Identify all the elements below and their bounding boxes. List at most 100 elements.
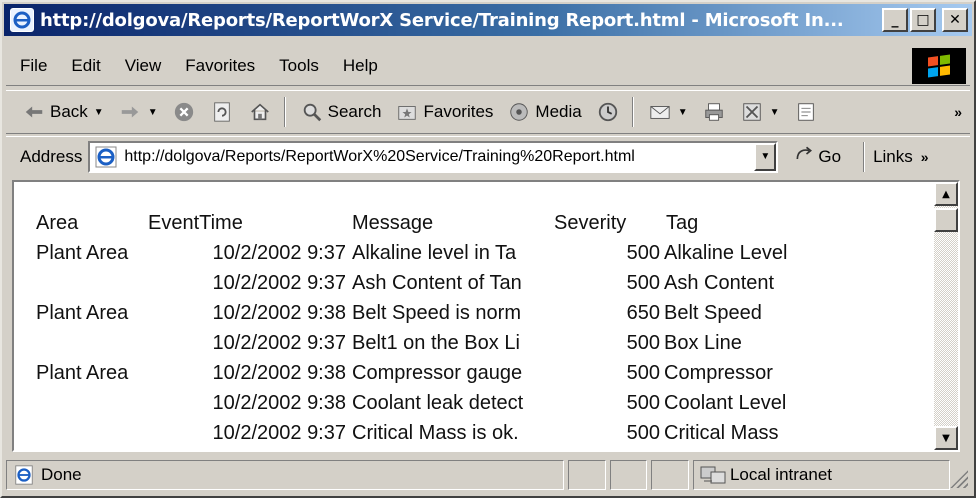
print-button[interactable] xyxy=(702,100,726,124)
cell-tag: Coolant Level xyxy=(664,392,787,414)
toolbar-separator xyxy=(283,97,286,127)
status-main-pane: Done xyxy=(6,460,565,490)
back-button[interactable]: Back ▼ xyxy=(22,100,104,124)
edit-icon xyxy=(740,100,764,124)
edit-dropdown-icon[interactable]: ▼ xyxy=(770,107,780,118)
back-arrow-icon xyxy=(22,100,46,124)
stop-icon xyxy=(172,100,196,124)
title-bar[interactable]: http://dolgova/Reports/ReportWorX Servic… xyxy=(4,4,972,36)
vertical-scrollbar[interactable]: ▲ ▼ xyxy=(934,182,958,450)
stop-button[interactable] xyxy=(172,100,196,124)
links-button[interactable]: Links xyxy=(873,147,913,167)
ie-page-icon xyxy=(94,145,118,169)
address-input[interactable]: http://dolgova/Reports/ReportWorX%20Serv… xyxy=(88,140,779,173)
history-icon xyxy=(596,100,620,124)
home-button[interactable] xyxy=(248,100,272,124)
cell-event-time: 10/2/2002 9:37 xyxy=(212,422,346,444)
menu-tools[interactable]: Tools xyxy=(267,56,331,76)
scroll-thumb[interactable] xyxy=(934,208,958,232)
favorites-button[interactable]: Favorites xyxy=(395,100,493,124)
security-zone-pane: Local intranet xyxy=(692,460,951,490)
scroll-down-button[interactable]: ▼ xyxy=(934,426,958,450)
cell-severity: 500 xyxy=(626,242,660,264)
discuss-icon xyxy=(794,100,818,124)
links-separator xyxy=(863,141,866,172)
header-event-time: EventTime xyxy=(148,212,243,234)
toolbar-separator xyxy=(631,97,634,127)
page-done-icon xyxy=(13,464,35,486)
favorites-label: Favorites xyxy=(423,102,494,121)
history-button[interactable] xyxy=(596,100,620,124)
cell-area: Plant Area xyxy=(36,362,129,384)
status-pane xyxy=(568,460,606,490)
links-more-chevron[interactable]: » xyxy=(921,149,929,165)
cell-message: Coolant leak detect xyxy=(352,392,524,414)
status-bar: Done Local intranet xyxy=(6,458,970,492)
cell-area: Plant Area xyxy=(36,242,129,264)
cell-severity: 500 xyxy=(626,362,660,384)
refresh-icon xyxy=(210,100,234,124)
standard-toolbar: Back ▼ ▼ Search Favorites Media ▼ ▼ » xyxy=(6,90,970,134)
status-pane xyxy=(651,460,689,490)
minimize-button[interactable]: _ xyxy=(882,8,908,32)
media-button[interactable]: Media xyxy=(507,100,582,124)
resize-grip[interactable] xyxy=(950,470,969,488)
ie-page-icon xyxy=(10,8,34,32)
cell-event-time: 10/2/2002 9:37 xyxy=(212,332,346,354)
zone-text: Local intranet xyxy=(729,465,833,484)
go-arrow-icon xyxy=(794,144,814,169)
discuss-button[interactable] xyxy=(794,100,818,124)
intranet-zone-icon xyxy=(700,464,726,486)
header-severity: Severity xyxy=(554,212,627,234)
media-icon xyxy=(507,100,531,124)
cell-severity: 500 xyxy=(626,332,660,354)
header-message: Message xyxy=(352,212,434,234)
refresh-button[interactable] xyxy=(210,100,234,124)
back-dropdown-icon[interactable]: ▼ xyxy=(94,107,104,118)
address-dropdown-button[interactable]: ▼ xyxy=(754,142,777,171)
cell-event-time: 10/2/2002 9:38 xyxy=(212,362,346,384)
status-pane xyxy=(609,460,648,490)
maximize-button[interactable]: □ xyxy=(910,8,936,32)
mail-dropdown-icon[interactable]: ▼ xyxy=(678,107,688,118)
scroll-up-button[interactable]: ▲ xyxy=(934,182,958,206)
cell-area: Plant Area xyxy=(36,302,129,324)
menu-edit[interactable]: Edit xyxy=(59,56,112,76)
page-content: Area EventTime Message Severity Tag Plan… xyxy=(12,180,960,452)
mail-icon xyxy=(648,100,672,124)
cell-severity: 650 xyxy=(626,302,660,324)
menu-file[interactable]: File xyxy=(6,56,59,76)
cell-message: Belt1 on the Box Li xyxy=(352,332,520,354)
menu-bar: File Edit View Favorites Tools Help xyxy=(6,46,970,86)
address-url: http://dolgova/Reports/ReportWorX%20Serv… xyxy=(124,147,635,165)
header-tag: Tag xyxy=(666,212,699,234)
favorites-star-icon xyxy=(395,100,419,124)
cell-message: Belt Speed is norm xyxy=(352,302,521,324)
cell-severity: 500 xyxy=(626,272,660,294)
go-label: Go xyxy=(818,146,842,166)
mail-button[interactable]: ▼ xyxy=(648,100,688,124)
search-button[interactable]: Search xyxy=(300,100,382,124)
edit-button[interactable]: ▼ xyxy=(740,100,780,124)
cell-severity: 500 xyxy=(626,392,660,414)
search-label: Search xyxy=(327,102,382,121)
forward-dropdown-icon[interactable]: ▼ xyxy=(148,107,158,118)
go-button[interactable]: Go xyxy=(794,144,841,169)
header-area: Area xyxy=(36,212,79,234)
close-button[interactable]: ✕ xyxy=(942,8,968,32)
cell-event-time: 10/2/2002 9:37 xyxy=(212,272,346,294)
toolbar-more-chevron[interactable]: » xyxy=(954,104,962,120)
printer-icon xyxy=(702,100,726,124)
cell-severity: 500 xyxy=(626,422,660,444)
cell-event-time: 10/2/2002 9:37 xyxy=(212,242,346,264)
cell-message: Compressor gauge xyxy=(352,362,523,384)
status-text: Done xyxy=(41,465,82,484)
address-label: Address xyxy=(20,146,83,166)
menu-view[interactable]: View xyxy=(113,56,174,76)
menu-help[interactable]: Help xyxy=(331,56,390,76)
cell-tag: Critical Mass xyxy=(664,422,779,444)
menu-favorites[interactable]: Favorites xyxy=(173,56,267,76)
browser-window: http://dolgova/Reports/ReportWorX Servic… xyxy=(0,0,976,498)
forward-arrow-icon xyxy=(118,100,142,124)
forward-button[interactable]: ▼ xyxy=(118,100,158,124)
